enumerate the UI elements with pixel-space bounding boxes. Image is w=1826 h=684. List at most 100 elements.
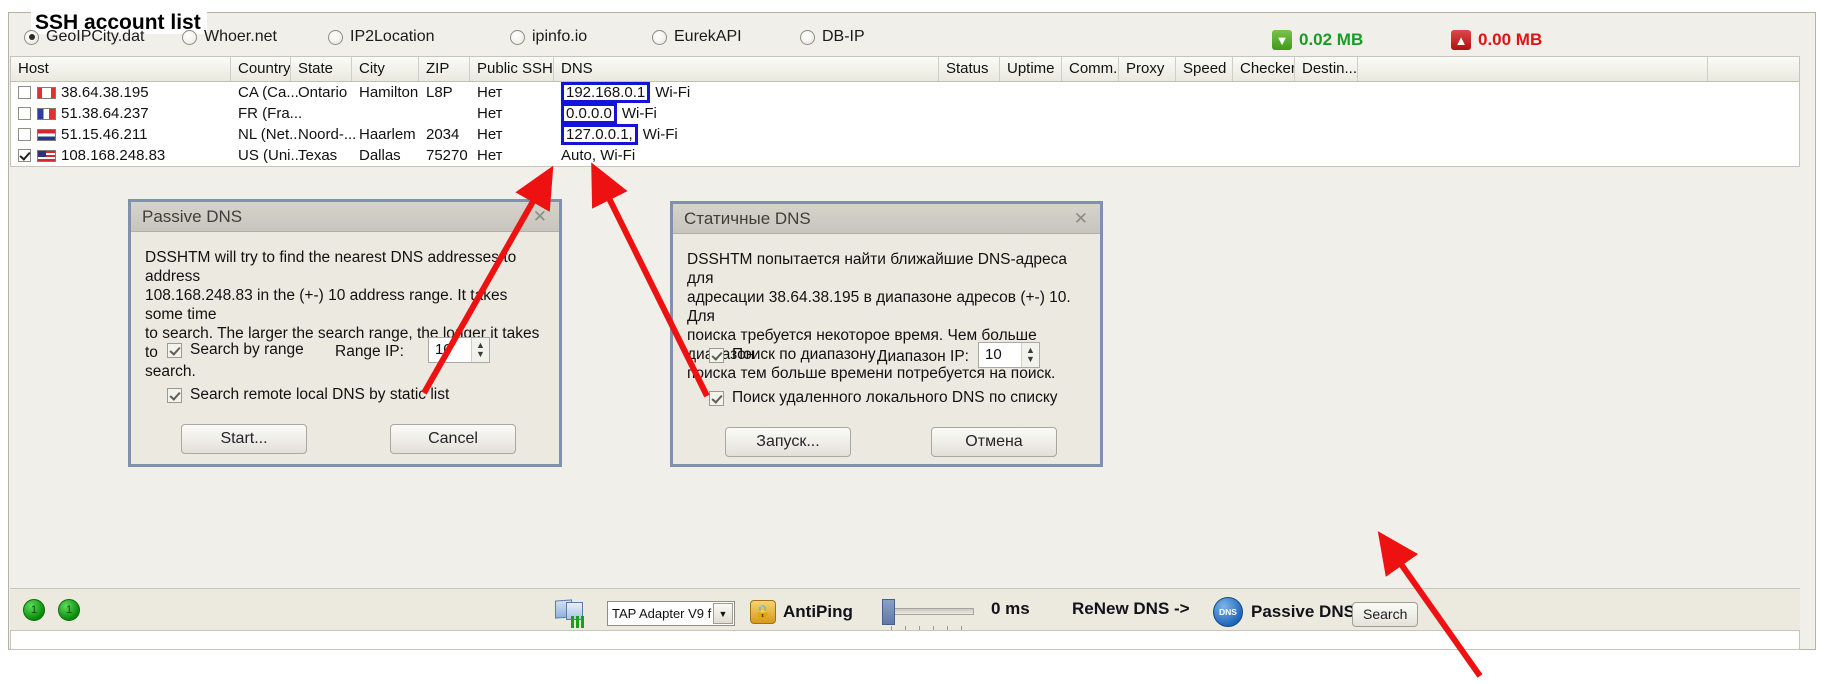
antiping-control[interactable]: 🔒 AntiPing: [750, 600, 853, 624]
table-column-header-9[interactable]: Comm...: [1062, 57, 1119, 81]
renew-dns-button[interactable]: ReNew DNS ->: [1072, 599, 1190, 619]
slider-thumb[interactable]: [882, 599, 895, 625]
source-radio-label: EurekAPI: [674, 28, 742, 45]
country-flag-icon: [37, 149, 56, 162]
cancel-button[interactable]: Cancel: [390, 424, 516, 454]
table-body: 38.64.38.195 CA (Ca... Ontario Hamilton L8P Н…: [11, 82, 1799, 166]
passive-dns-dialog[interactable]: Passive DNS ✕ DSSHTM will try to find th…: [128, 199, 562, 467]
row-select-checkbox[interactable]: [18, 128, 31, 141]
search-remote-local-dns-checkbox-row[interactable]: Search remote local DNS by static list: [167, 386, 449, 404]
diapazon-ip-value[interactable]: 10: [979, 343, 1021, 367]
source-radio-0[interactable]: GeoIPCity.dat: [24, 28, 144, 46]
search-remote-local-dns-checkbox[interactable]: [167, 387, 182, 403]
search-button[interactable]: Search: [1352, 602, 1419, 627]
table-row[interactable]: 51.15.46.211 NL (Net... Noord-... Haarlem 20…: [11, 124, 1799, 145]
cell-host[interactable]: 51.38.64.237: [11, 105, 231, 122]
close-icon[interactable]: ✕: [529, 208, 551, 225]
radio-dot-icon[interactable]: [182, 29, 197, 45]
chevron-down-icon[interactable]: ▼: [476, 350, 485, 359]
download-traffic: ▼ 0.02 MB: [1272, 30, 1363, 50]
radio-dot-icon[interactable]: [24, 29, 39, 45]
chevron-down-icon[interactable]: ▼: [713, 603, 733, 624]
static-dns-titlebar: Статичные DNS ✕: [673, 204, 1100, 234]
close-icon[interactable]: ✕: [1070, 210, 1092, 227]
zapusk-button[interactable]: Запуск...: [725, 427, 851, 457]
host-value: 51.38.64.237: [61, 105, 149, 122]
table-column-header-10[interactable]: Proxy: [1119, 57, 1176, 81]
table-column-header-7[interactable]: Status: [939, 57, 1000, 81]
cell-dns[interactable]: 127.0.0.1, Wi-Fi: [554, 124, 939, 145]
radio-dot-icon[interactable]: [328, 29, 343, 45]
source-radio-4[interactable]: EurekAPI: [652, 28, 742, 46]
cell-host[interactable]: 38.64.38.195: [11, 84, 231, 101]
row-select-checkbox[interactable]: [18, 107, 31, 120]
passive-dns-desc-line-2: 108.168.248.83 in the (+-) 10 address ra…: [145, 287, 508, 323]
search-by-range-checkbox-row[interactable]: Search by range: [167, 341, 304, 359]
cell-host[interactable]: 108.168.248.83: [11, 147, 231, 164]
otmena-button[interactable]: Отмена: [931, 427, 1057, 457]
source-radio-5[interactable]: DB-IP: [800, 28, 865, 46]
cell-dns[interactable]: Auto, Wi-Fi: [554, 147, 939, 164]
poisk-po-diapazonu-checkbox-row[interactable]: Поиск по диапазону: [709, 346, 876, 364]
table-column-header-6[interactable]: DNS: [554, 57, 939, 81]
slider-track[interactable]: [890, 608, 974, 615]
cell-host[interactable]: 51.15.46.211: [11, 126, 231, 143]
start-button[interactable]: Start...: [181, 424, 307, 454]
table-column-header-11[interactable]: Speed: [1176, 57, 1233, 81]
table-column-header-12[interactable]: Checker: [1233, 57, 1295, 81]
range-ip-stepper[interactable]: 10 ▲ ▼: [428, 337, 490, 363]
radio-dot-icon[interactable]: [652, 29, 667, 45]
source-radio-label: GeoIPCity.dat: [46, 28, 145, 45]
country-flag-icon: [37, 107, 56, 120]
ping-slider-wrap[interactable]: [882, 598, 974, 632]
cell-dns[interactable]: 192.168.0.1 Wi-Fi: [554, 82, 939, 103]
table-column-header-14[interactable]: [1358, 57, 1708, 81]
range-ip-value[interactable]: 10: [429, 338, 471, 362]
table-row[interactable]: 51.38.64.237 FR (Fra... Нет 0.0.0.0 Wi-Fi: [11, 103, 1799, 124]
poisk-po-diapazonu-checkbox[interactable]: [709, 347, 724, 363]
poisk-udalennogo-dns-checkbox[interactable]: [709, 390, 724, 406]
cell-dns[interactable]: 0.0.0.0 Wi-Fi: [554, 103, 939, 124]
static-dns-dialog[interactable]: Статичные DNS ✕ DSSHTM попытается найти …: [670, 201, 1103, 467]
source-radio-3[interactable]: ipinfo.io: [510, 28, 587, 46]
search-by-range-checkbox[interactable]: [167, 342, 182, 358]
ping-slider[interactable]: [882, 598, 974, 632]
table-column-header-3[interactable]: City: [352, 57, 419, 81]
country-flag-icon: [37, 86, 56, 99]
source-radio-1[interactable]: Whoer.net: [182, 28, 277, 46]
radio-dot-icon[interactable]: [510, 29, 525, 45]
chevron-down-icon[interactable]: ▼: [1026, 355, 1035, 364]
diapazon-ip-stepper[interactable]: 10 ▲ ▼: [978, 342, 1040, 368]
diapazon-ip-spin-buttons[interactable]: ▲ ▼: [1021, 343, 1039, 367]
search-button-wrap[interactable]: Search: [1352, 602, 1419, 627]
passive-dns-title: Passive DNS: [142, 206, 243, 226]
adapter-combo[interactable]: TAP Adapter V9 f ▼: [607, 601, 735, 626]
table-column-header-13[interactable]: Destin...: [1295, 57, 1358, 81]
source-radio-2[interactable]: IP2Location: [328, 28, 435, 46]
adapter-select[interactable]: TAP Adapter V9 f ▼: [607, 601, 735, 626]
poisk-udalennogo-dns-checkbox-row[interactable]: Поиск удаленного локального DNS по списк…: [709, 389, 1058, 407]
table-column-header-5[interactable]: Public SSH: [470, 57, 554, 81]
lock-icon[interactable]: 🔒: [750, 600, 776, 624]
passive-dns-control[interactable]: DNS Passive DNS: [1213, 597, 1355, 627]
cell-country: FR (Fra...: [238, 105, 303, 122]
table-header-row: Host Country State City ZIP Public SSH DNS Stat…: [11, 57, 1799, 82]
upload-traffic-value: 0.00 MB: [1478, 30, 1543, 49]
cell-state: Ontario: [298, 84, 348, 101]
table-row[interactable]: 38.64.38.195 CA (Ca... Ontario Hamilton L8P Н…: [11, 82, 1799, 103]
table-column-header-1[interactable]: Country: [231, 57, 291, 81]
row-select-checkbox[interactable]: [18, 86, 31, 99]
row-select-checkbox[interactable]: [18, 149, 31, 162]
table-column-header-0[interactable]: Host: [11, 57, 231, 81]
radio-dot-icon[interactable]: [800, 29, 815, 45]
search-remote-local-dns-label: Search remote local DNS by static list: [190, 386, 450, 403]
table-column-header-8[interactable]: Uptime: [1000, 57, 1062, 81]
table-column-header-4[interactable]: ZIP: [419, 57, 470, 81]
dns-primary-value: Auto, Wi-Fi: [561, 147, 636, 164]
range-ip-spin-buttons[interactable]: ▲ ▼: [471, 338, 489, 362]
table-row[interactable]: 108.168.248.83 US (Uni... Texas Dallas 75270…: [11, 145, 1799, 166]
source-radio-label: ipinfo.io: [532, 28, 588, 45]
table-column-header-2[interactable]: State: [291, 57, 352, 81]
ssh-account-table[interactable]: Host Country State City ZIP Public SSH DNS Stat…: [10, 56, 1800, 167]
poisk-po-diapazonu-label: Поиск по диапазону: [732, 346, 876, 363]
